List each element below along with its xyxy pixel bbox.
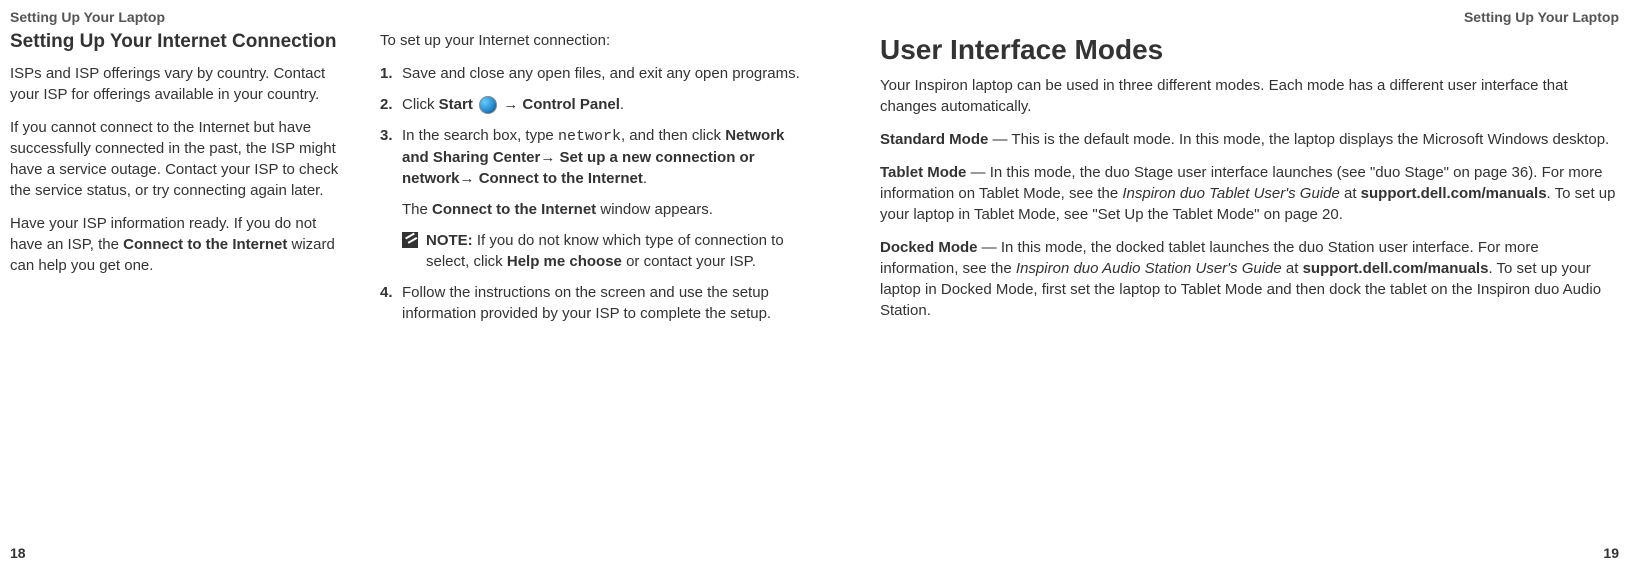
windows-start-icon xyxy=(479,96,497,114)
step-body: Save and close any open files, and exit … xyxy=(402,63,800,84)
paragraph: Have your ISP information ready. If you … xyxy=(10,213,350,276)
paragraph: ISPs and ISP offerings vary by country. … xyxy=(10,63,350,105)
page-number-left: 18 xyxy=(10,544,26,564)
step-3: 3. In the search box, type network, and … xyxy=(380,125,800,189)
paragraph: Your Inspiron laptop can be used in thre… xyxy=(880,75,1619,117)
step-1: 1. Save and close any open files, and ex… xyxy=(380,63,800,84)
running-header-right: Setting Up Your Laptop xyxy=(1464,8,1619,28)
step-body: In the search box, type network, and the… xyxy=(402,125,800,189)
note-icon xyxy=(402,232,418,248)
section-heading-internet: Setting Up Your Internet Connection xyxy=(10,30,350,55)
mode-docked: Docked Mode — In this mode, the docked t… xyxy=(880,237,1619,321)
column-middle: To set up your Internet connection: 1. S… xyxy=(380,30,800,334)
page-content: Setting Up Your Internet Connection ISPs… xyxy=(0,0,1629,334)
step-number: 3. xyxy=(380,125,402,189)
step-number: 4. xyxy=(380,282,402,324)
column-right: User Interface Modes Your Inspiron lapto… xyxy=(830,30,1619,334)
note-body: NOTE: If you do not know which type of c… xyxy=(426,230,800,272)
intro-line: To set up your Internet connection: xyxy=(380,30,800,51)
step-body: Click Start → Control Panel. xyxy=(402,94,800,115)
section-heading-ui-modes: User Interface Modes xyxy=(880,30,1619,69)
step-number: 1. xyxy=(380,63,402,84)
mode-tablet: Tablet Mode — In this mode, the duo Stag… xyxy=(880,162,1619,225)
page-number-right: 19 xyxy=(1603,544,1619,564)
step-number: 2. xyxy=(380,94,402,115)
step-body: Follow the instructions on the screen an… xyxy=(402,282,800,324)
running-header-left: Setting Up Your Laptop xyxy=(10,8,165,28)
paragraph: If you cannot connect to the Internet bu… xyxy=(10,117,350,201)
mode-standard: Standard Mode — This is the default mode… xyxy=(880,129,1619,150)
step-4: 4. Follow the instructions on the screen… xyxy=(380,282,800,324)
column-left: Setting Up Your Internet Connection ISPs… xyxy=(10,30,350,334)
step-2: 2. Click Start → Control Panel. xyxy=(380,94,800,115)
step-3-result: The Connect to the Internet window appea… xyxy=(402,199,800,220)
note-block: NOTE: If you do not know which type of c… xyxy=(402,230,800,272)
